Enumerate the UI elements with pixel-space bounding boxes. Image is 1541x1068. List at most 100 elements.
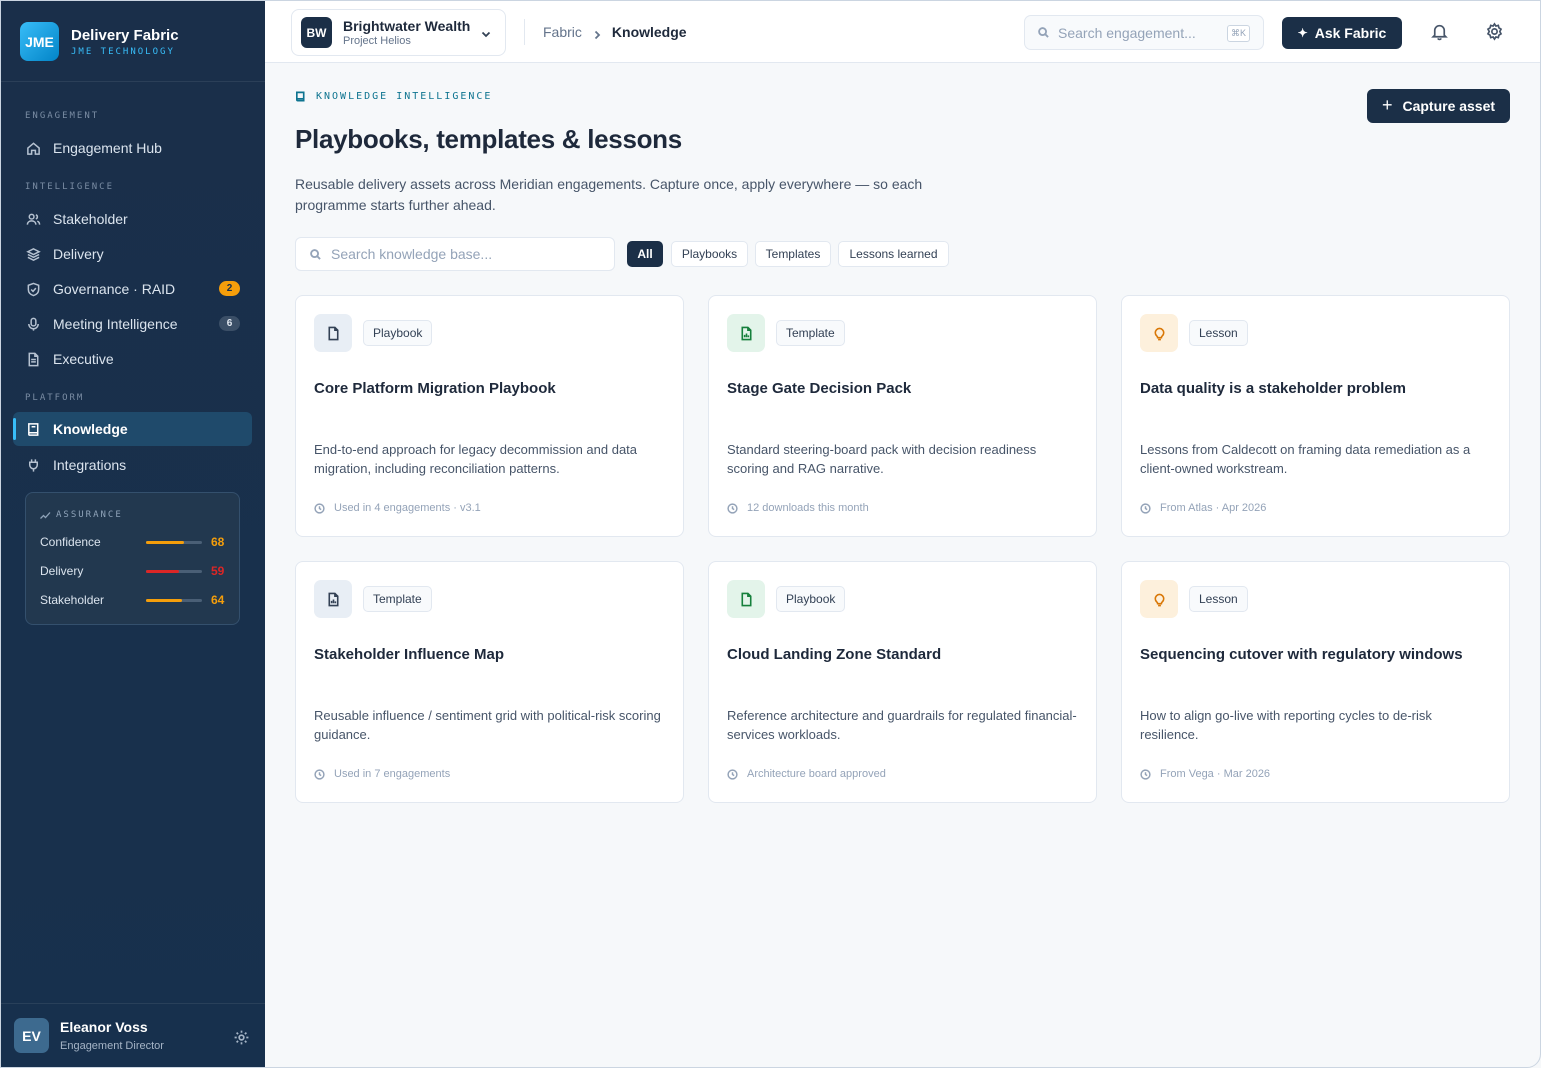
client-switcher[interactable]: BW Brightwater Wealth Project Helios (291, 9, 506, 56)
card-title: Stage Gate Decision Pack (727, 380, 912, 397)
sidebar-item-label: Stakeholder (53, 211, 128, 227)
engagement-search-input[interactable] (1058, 24, 1218, 41)
sidebar-item-meeting-intelligence[interactable]: Meeting Intelligence 6 (13, 307, 252, 341)
metric-fill (146, 569, 180, 573)
clock-icon (1140, 502, 1151, 514)
knowledge-card[interactable]: Lesson Sequencing cutover with regulator… (1121, 561, 1510, 803)
sidebar-item-label: Knowledge (53, 421, 128, 437)
card-footer: Architecture board approved (727, 768, 886, 780)
card-meta: Used in 4 engagements · v3.1 (334, 502, 481, 514)
spreadsheet-icon (314, 580, 352, 618)
card-meta: 12 downloads this month (747, 502, 869, 514)
sidebar-divider (1, 81, 265, 82)
capture-asset-button[interactable]: + Capture asset (1367, 89, 1510, 123)
main-content: KNOWLEDGE INTELLIGENCE Playbooks, templa… (265, 63, 1540, 1067)
metric-label: Delivery (40, 564, 84, 578)
settings-gear-icon[interactable] (1485, 22, 1504, 41)
assurance-title: ASSURANCE (56, 510, 123, 520)
sidebar-item-label: Engagement Hub (53, 140, 162, 156)
card-footer: Used in 4 engagements · v3.1 (314, 502, 481, 514)
trend-icon (40, 512, 51, 519)
metric-value: 59 (211, 564, 225, 578)
search-icon (310, 248, 321, 260)
sidebar-item-engagement-hub[interactable]: Engagement Hub (13, 131, 252, 165)
knowledge-card[interactable]: Template Stakeholder Influence Map Reusa… (295, 561, 684, 803)
card-footer: Used in 7 engagements (314, 768, 450, 780)
spreadsheet-icon (727, 314, 765, 352)
metric-confidence: Confidence 68 (40, 534, 230, 550)
card-type-tag: Playbook (776, 586, 846, 612)
brand-logo: JME (20, 22, 59, 61)
plus-icon: + (1381, 94, 1393, 115)
filter-playbooks[interactable]: Playbooks (671, 241, 748, 267)
filter-all[interactable]: All (627, 241, 663, 267)
brand-subtitle: JME TECHNOLOGY (71, 46, 175, 57)
card-description: Lessons from Caldecott on framing data r… (1140, 442, 1471, 476)
sidebar-item-label: Governance · RAID (53, 281, 176, 297)
client-project: Project Helios (343, 35, 411, 47)
book-icon (25, 421, 41, 437)
knowledge-search-input[interactable] (331, 246, 601, 262)
topbar: BW Brightwater Wealth Project Helios Fab… (265, 1, 1540, 63)
file-icon (314, 314, 352, 352)
chevron-right-icon (592, 27, 602, 40)
clock-icon (727, 502, 738, 514)
page-title: Playbooks, templates & lessons (295, 124, 682, 154)
card-description: How to align go-live with reporting cycl… (1140, 708, 1432, 742)
card-description: End-to-end approach for legacy decommiss… (314, 442, 638, 476)
knowledge-card[interactable]: Template Stage Gate Decision Pack Standa… (708, 295, 1097, 537)
avatar: EV (14, 1018, 49, 1053)
metric-label: Confidence (40, 535, 101, 549)
knowledge-card[interactable]: Playbook Core Platform Migration Playboo… (295, 295, 684, 537)
section-label-platform: PLATFORM (25, 393, 85, 403)
section-label-intelligence: INTELLIGENCE (25, 182, 115, 192)
card-footer: From Vega · Mar 2026 (1140, 768, 1270, 780)
card-title: Sequencing cutover with regulatory windo… (1140, 646, 1463, 663)
section-eyebrow: KNOWLEDGE INTELLIGENCE (295, 91, 492, 102)
brand[interactable]: JME Delivery Fabric JME TECHNOLOGY (20, 22, 179, 61)
card-title: Data quality is a stakeholder problem (1140, 380, 1406, 397)
sidebar-item-governance-raid[interactable]: Governance · RAID 2 (13, 272, 252, 306)
clock-icon (1140, 768, 1151, 780)
file-text-icon (25, 351, 41, 367)
card-title: Core Platform Migration Playbook (314, 380, 556, 397)
divider (524, 19, 525, 45)
sidebar-item-knowledge[interactable]: Knowledge (13, 412, 252, 446)
ask-fabric-button[interactable]: ✦ Ask Fabric (1282, 17, 1402, 49)
sidebar-item-integrations[interactable]: Integrations (13, 448, 252, 482)
card-description: Standard steering-board pack with decisi… (727, 442, 1037, 476)
user-profile[interactable]: EV Eleanor Voss Engagement Director (1, 1003, 265, 1067)
user-name: Eleanor Voss (60, 1019, 148, 1035)
sidebar-item-delivery[interactable]: Delivery (13, 237, 252, 271)
card-type-tag: Lesson (1189, 586, 1248, 612)
sidebar-item-stakeholder[interactable]: Stakeholder (13, 202, 252, 236)
card-title: Cloud Landing Zone Standard (727, 646, 942, 663)
knowledge-card[interactable]: Lesson Data quality is a stakeholder pro… (1121, 295, 1510, 537)
client-logo: BW (301, 17, 332, 48)
shortcut-hint: ⌘K (1227, 25, 1250, 42)
assurance-panel: ASSURANCE Confidence 68 Delivery 59 Stak… (25, 492, 240, 625)
filter-templates[interactable]: Templates (755, 241, 831, 267)
gear-icon[interactable] (233, 1029, 250, 1046)
card-type-tag: Template (363, 586, 432, 612)
section-label-engagement: ENGAGEMENT (25, 111, 100, 121)
metric-value: 64 (211, 593, 225, 607)
governance-count-badge: 2 (219, 281, 240, 296)
sidebar-item-executive[interactable]: Executive (13, 342, 252, 376)
breadcrumb-root[interactable]: Fabric (543, 24, 582, 40)
engagement-search[interactable]: ⌘K (1024, 15, 1264, 50)
filter-lessons-learned[interactable]: Lessons learned (838, 241, 949, 267)
card-meta: Architecture board approved (747, 768, 886, 780)
sidebar-item-label: Delivery (53, 246, 104, 262)
clock-icon (314, 502, 325, 514)
card-type-tag: Lesson (1189, 320, 1248, 346)
card-type-tag: Playbook (363, 320, 433, 346)
metric-bar (146, 569, 202, 573)
page-description: Reusable delivery assets across Meridian… (295, 176, 923, 213)
knowledge-search[interactable] (295, 237, 615, 271)
knowledge-card[interactable]: Playbook Cloud Landing Zone Standard Ref… (708, 561, 1097, 803)
eyebrow-label: KNOWLEDGE INTELLIGENCE (316, 91, 493, 102)
sparkle-icon: ✦ (1297, 26, 1308, 40)
bell-icon[interactable] (1430, 22, 1449, 41)
card-footer: From Atlas · Apr 2026 (1140, 502, 1266, 514)
